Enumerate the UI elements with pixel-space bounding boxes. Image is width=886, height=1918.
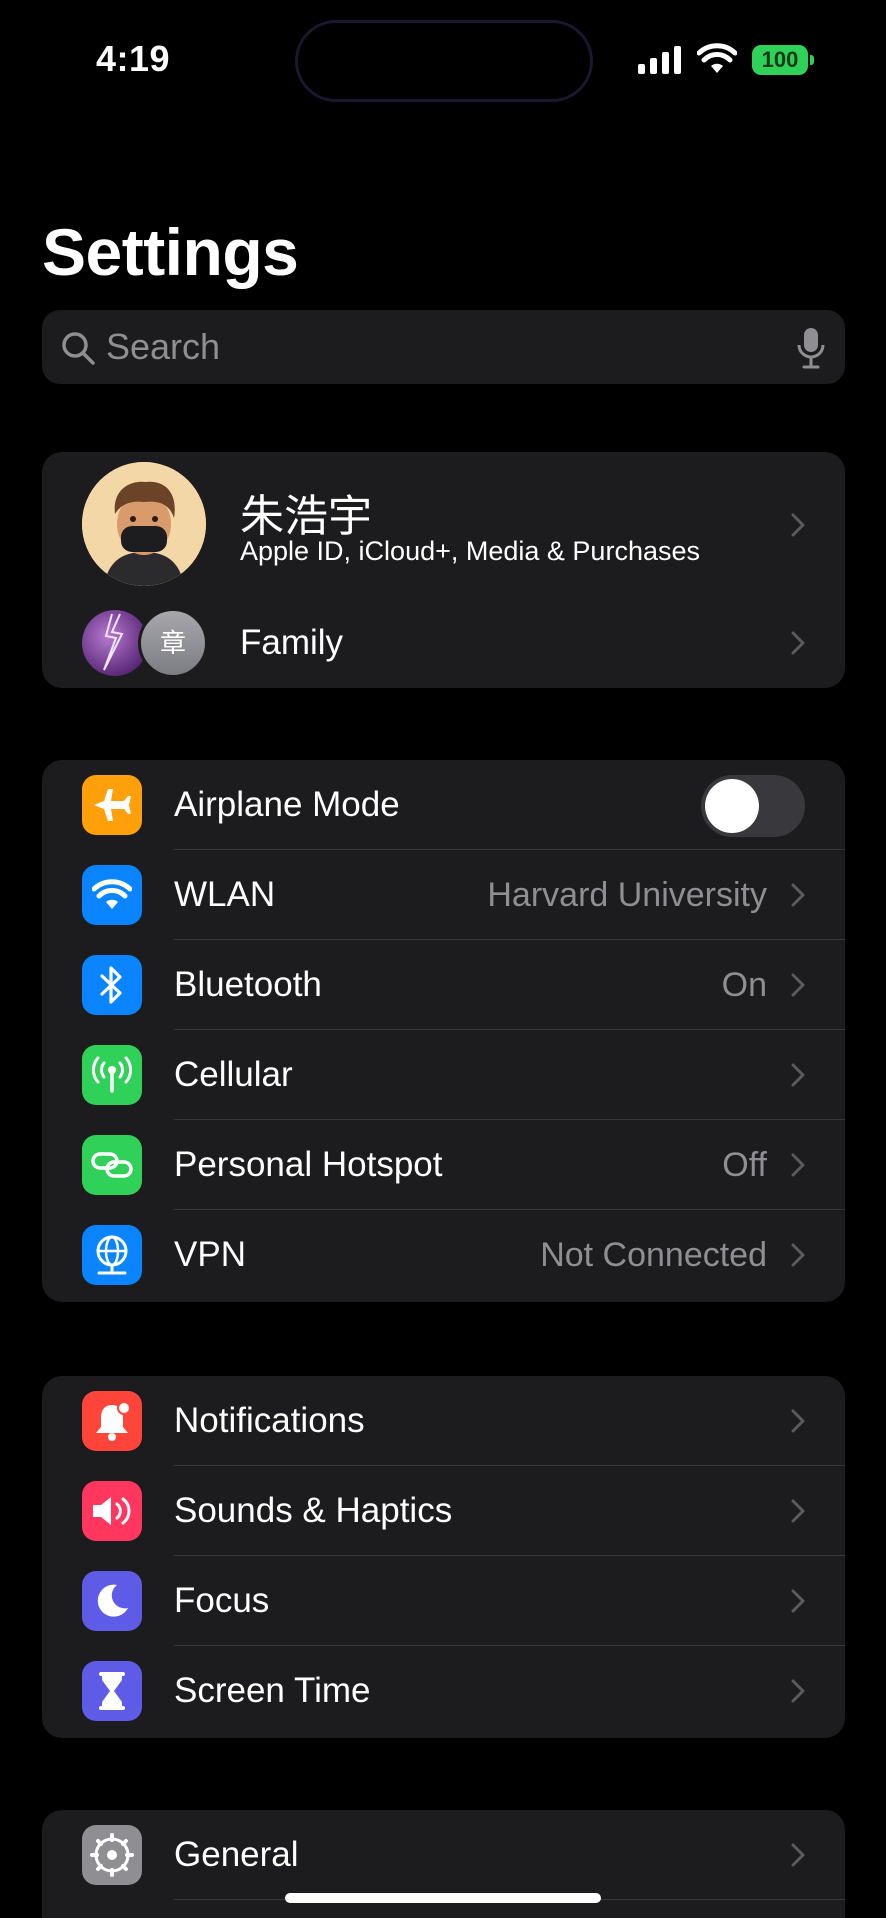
personal-hotspot-row[interactable]: Personal Hotspot Off [42,1120,845,1210]
wifi-icon [82,865,142,925]
chevron-right-icon [791,1153,805,1177]
battery-indicator: 100 [752,45,814,75]
cellular-row[interactable]: Cellular [42,1030,845,1120]
chevron-right-icon [791,1679,805,1703]
wlan-row[interactable]: WLAN Harvard University [42,850,845,940]
bluetooth-icon [82,955,142,1015]
sounds-haptics-row[interactable]: Sounds & Haptics [42,1466,845,1556]
vpn-label: VPN [174,1235,246,1274]
dynamic-island [295,20,593,102]
family-member-avatar-initial: 章 [138,608,208,678]
search-input[interactable] [106,310,786,384]
moon-icon [82,1571,142,1631]
family-label: Family [240,623,344,662]
chevron-right-icon [791,1589,805,1613]
profile-name: 朱浩宇 [240,492,372,541]
focus-label: Focus [174,1581,270,1620]
airplane-mode-row[interactable]: Airplane Mode [42,760,845,850]
chevron-right-icon [791,1843,805,1867]
chevron-right-icon [791,1409,805,1433]
avatar [82,462,206,586]
bell-icon [82,1391,142,1451]
microphone-icon[interactable] [796,327,826,369]
battery-level: 100 [752,45,808,75]
chevron-right-icon [791,883,805,907]
globe-network-icon [82,1225,142,1285]
bluetooth-value: On [721,966,767,1004]
notifications-group: Notifications Sounds & Haptics Focus Scr… [42,1376,845,1738]
personal-hotspot-label: Personal Hotspot [174,1145,443,1184]
wlan-value: Harvard University [487,876,767,914]
chevron-right-icon [791,513,805,537]
personal-hotspot-value: Off [722,1146,767,1184]
general-label: General [174,1835,299,1874]
profile-subtitle: Apple ID, iCloud+, Media & Purchases [240,536,700,566]
gear-icon [82,1825,142,1885]
notifications-row[interactable]: Notifications [42,1376,845,1466]
connectivity-group: Airplane Mode WLAN Harvard University Bl… [42,760,845,1302]
screen-time-row[interactable]: Screen Time [42,1646,845,1736]
search-icon [62,332,95,365]
bluetooth-label: Bluetooth [174,965,322,1004]
home-indicator[interactable] [285,1893,601,1903]
vpn-row[interactable]: VPN Not Connected [42,1210,845,1300]
search-bar[interactable] [42,310,845,384]
profile-group: 朱浩宇 Apple ID, iCloud+, Media & Purchases… [42,452,845,688]
hourglass-icon [82,1661,142,1721]
hotspot-link-icon [82,1135,142,1195]
airplane-icon [82,775,142,835]
screen-time-label: Screen Time [174,1671,371,1710]
battery-cap [810,55,814,65]
cellular-label: Cellular [174,1055,293,1094]
sounds-haptics-label: Sounds & Haptics [174,1491,453,1530]
general-row[interactable]: General [42,1810,845,1900]
chevron-right-icon [791,1499,805,1523]
airplane-mode-label: Airplane Mode [174,785,400,824]
chevron-right-icon [791,631,805,655]
wlan-label: WLAN [174,875,276,914]
speaker-icon [82,1481,142,1541]
apple-id-row[interactable]: 朱浩宇 Apple ID, iCloud+, Media & Purchases [42,452,845,598]
family-row[interactable]: 章 Family [42,598,845,688]
airplane-mode-toggle[interactable] [701,775,805,837]
memoji-avatar-icon [82,462,206,586]
chevron-right-icon [791,1063,805,1087]
notifications-label: Notifications [174,1401,365,1440]
chevron-right-icon [791,1243,805,1267]
cellular-signal-icon [638,46,681,74]
bluetooth-row[interactable]: Bluetooth On [42,940,845,1030]
vpn-value: Not Connected [540,1236,767,1274]
status-bar: 4:19 100 [0,0,886,120]
focus-row[interactable]: Focus [42,1556,845,1646]
page-title: Settings [42,215,299,289]
status-time: 4:19 [96,38,171,79]
toggle-knob [705,779,759,833]
chevron-right-icon [791,973,805,997]
cellular-antenna-icon [82,1045,142,1105]
wifi-status-icon [697,43,737,73]
